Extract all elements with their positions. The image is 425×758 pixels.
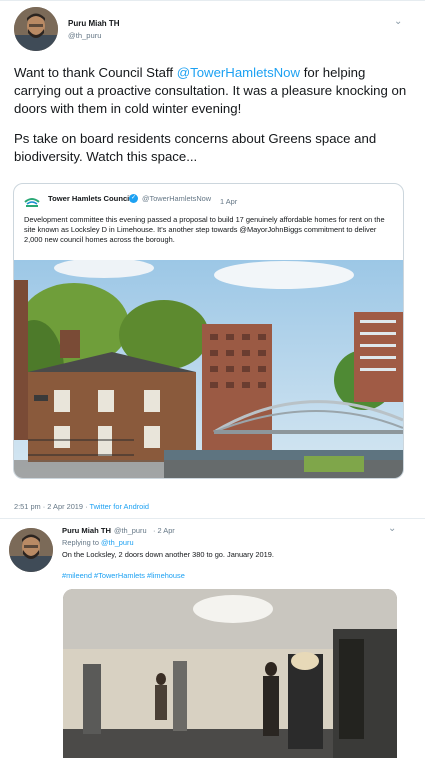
tweet-text: Want to thank Council Staff @TowerHamlet… xyxy=(14,64,412,178)
verified-badge-icon: ✓ xyxy=(129,194,138,203)
tweet-divider xyxy=(0,518,425,519)
avatar-photo xyxy=(14,7,58,51)
quoted-photo[interactable] xyxy=(14,260,403,478)
top-divider xyxy=(0,0,425,1)
replying-to-link[interactable]: @th_puru xyxy=(101,538,134,547)
avatar[interactable] xyxy=(14,7,58,51)
quoted-author-name[interactable]: Tower Hamlets Council xyxy=(48,194,131,203)
tweet-text-paragraph2: Ps take on board residents concerns abou… xyxy=(14,131,377,164)
reply-author-handle[interactable]: @th_puru xyxy=(114,526,147,535)
reply-text: On the Locksley, 2 doors down another 38… xyxy=(62,550,274,559)
chevron-down-icon[interactable]: ⌄ xyxy=(394,16,402,27)
tweet-source[interactable]: Twitter for Android xyxy=(89,502,149,511)
author-handle[interactable]: @th_puru xyxy=(68,31,101,40)
quoted-tweet-card[interactable]: Tower Hamlets Council ✓ @TowerHamletsNow… xyxy=(13,183,404,479)
quoted-text: Development committee this evening passe… xyxy=(24,215,385,245)
tweet-text-part1: Want to thank Council Staff xyxy=(14,65,177,80)
timestamp-text[interactable]: 2:51 pm · 2 Apr 2019 · xyxy=(14,502,89,511)
author-name[interactable]: Puru Miah TH xyxy=(68,19,120,28)
tweet-timestamp: 2:51 pm · 2 Apr 2019 · Twitter for Andro… xyxy=(14,502,149,511)
reply-avatar-photo xyxy=(9,528,53,572)
mention-link[interactable]: @TowerHamletsNow xyxy=(177,65,300,80)
reply-date[interactable]: · 2 Apr xyxy=(153,526,175,535)
council-logo-icon xyxy=(24,195,40,207)
replying-prefix: Replying to xyxy=(62,538,102,547)
reply-chevron-down-icon[interactable]: ⌄ xyxy=(388,523,396,534)
reply-author-name[interactable]: Puru Miah TH xyxy=(62,526,111,535)
reply-hashtags[interactable]: #mileend #TowerHamlets #limehouse xyxy=(62,571,185,580)
replying-to: Replying to @th_puru xyxy=(62,538,134,547)
reply-avatar[interactable] xyxy=(9,528,53,572)
quoted-date[interactable]: 1 Apr xyxy=(220,197,237,206)
reply-photo[interactable] xyxy=(63,589,397,758)
quoted-author-handle[interactable]: @TowerHamletsNow xyxy=(142,194,211,203)
